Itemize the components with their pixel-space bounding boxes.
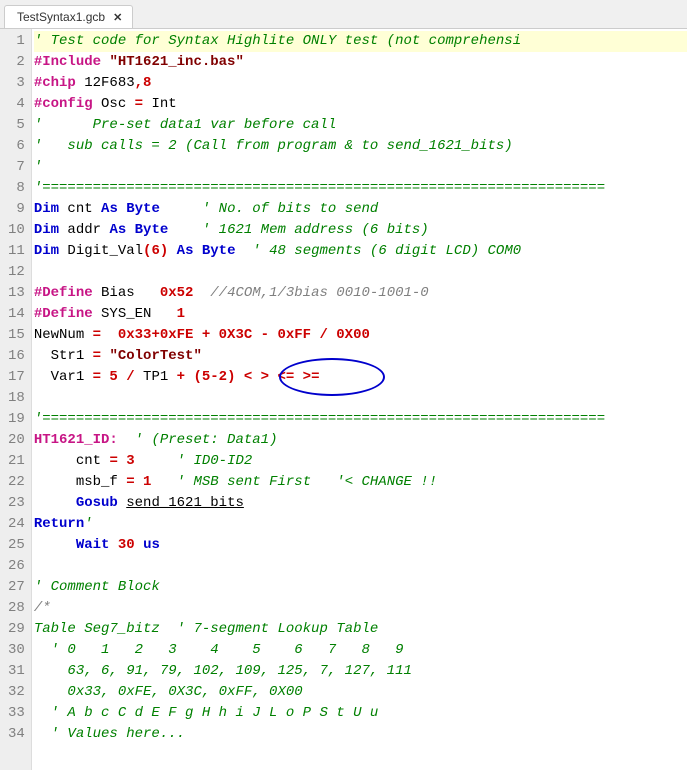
code-line[interactable]: Return': [34, 514, 687, 535]
code-line[interactable]: #Define SYS_EN 1: [34, 304, 687, 325]
line-number: 29: [8, 619, 25, 640]
line-number: 27: [8, 577, 25, 598]
code-line[interactable]: 63, 6, 91, 79, 102, 109, 125, 7, 127, 11…: [34, 661, 687, 682]
line-number: 8: [8, 178, 25, 199]
code-line[interactable]: HT1621_ID: ' (Preset: Data1): [34, 430, 687, 451]
line-gutter: 1234567891011121314151617181920212223242…: [0, 29, 32, 770]
code-line[interactable]: ' Test code for Syntax Highlite ONLY tes…: [34, 31, 687, 52]
code-line[interactable]: msb_f = 1 ' MSB sent First '< CHANGE !!: [34, 472, 687, 493]
code-line[interactable]: Dim Digit_Val(6) As Byte ' 48 segments (…: [34, 241, 687, 262]
line-number: 6: [8, 136, 25, 157]
line-number: 1: [8, 31, 25, 52]
line-number: 34: [8, 724, 25, 745]
code-line[interactable]: Gosub send_1621_bits: [34, 493, 687, 514]
editor: 1234567891011121314151617181920212223242…: [0, 29, 687, 770]
code-line[interactable]: NewNum = 0x33+0xFE + 0X3C - 0xFF / 0X00: [34, 325, 687, 346]
line-number: 10: [8, 220, 25, 241]
line-number: 32: [8, 682, 25, 703]
line-number: 13: [8, 283, 25, 304]
close-icon[interactable]: ✕: [111, 11, 124, 24]
code-line[interactable]: ' Values here...: [34, 724, 687, 745]
code-line[interactable]: #Include "HT1621_inc.bas": [34, 52, 687, 73]
tab-bar: TestSyntax1.gcb ✕: [0, 0, 687, 29]
line-number: 15: [8, 325, 25, 346]
line-number: 3: [8, 73, 25, 94]
line-number: 24: [8, 514, 25, 535]
code-line[interactable]: ': [34, 157, 687, 178]
code-line[interactable]: ' Pre-set data1 var before call: [34, 115, 687, 136]
line-number: 9: [8, 199, 25, 220]
line-number: 18: [8, 388, 25, 409]
code-line[interactable]: ' Comment Block: [34, 577, 687, 598]
file-tab[interactable]: TestSyntax1.gcb ✕: [4, 5, 133, 28]
line-number: 5: [8, 115, 25, 136]
code-line[interactable]: Dim addr As Byte ' 1621 Mem address (6 b…: [34, 220, 687, 241]
code-line[interactable]: cnt = 3 ' ID0-ID2: [34, 451, 687, 472]
code-line[interactable]: [34, 388, 687, 409]
line-number: 11: [8, 241, 25, 262]
code-line[interactable]: 0x33, 0xFE, 0X3C, 0xFF, 0X00: [34, 682, 687, 703]
code-line[interactable]: Var1 = 5 / TP1 + (5-2) < > <= >=: [34, 367, 687, 388]
code-line[interactable]: ' 0 1 2 3 4 5 6 7 8 9: [34, 640, 687, 661]
line-number: 28: [8, 598, 25, 619]
line-number: 14: [8, 304, 25, 325]
line-number: 31: [8, 661, 25, 682]
code-line[interactable]: [34, 556, 687, 577]
line-number: 30: [8, 640, 25, 661]
code-area[interactable]: ' Test code for Syntax Highlite ONLY tes…: [32, 29, 687, 770]
code-line[interactable]: Table Seg7_bitz ' 7-segment Lookup Table: [34, 619, 687, 640]
code-line[interactable]: /*: [34, 598, 687, 619]
code-line[interactable]: #config Osc = Int: [34, 94, 687, 115]
line-number: 26: [8, 556, 25, 577]
line-number: 16: [8, 346, 25, 367]
line-number: 19: [8, 409, 25, 430]
line-number: 25: [8, 535, 25, 556]
line-number: 12: [8, 262, 25, 283]
code-line[interactable]: Dim cnt As Byte ' No. of bits to send: [34, 199, 687, 220]
code-line[interactable]: Str1 = "ColorTest": [34, 346, 687, 367]
code-line[interactable]: [34, 262, 687, 283]
line-number: 23: [8, 493, 25, 514]
line-number: 17: [8, 367, 25, 388]
code-line[interactable]: #chip 12F683,8: [34, 73, 687, 94]
line-number: 22: [8, 472, 25, 493]
code-line[interactable]: '=======================================…: [34, 178, 687, 199]
line-number: 33: [8, 703, 25, 724]
tab-filename: TestSyntax1.gcb: [17, 10, 105, 24]
code-line[interactable]: ' A b c C d E F g H h i J L o P S t U u: [34, 703, 687, 724]
line-number: 2: [8, 52, 25, 73]
line-number: 20: [8, 430, 25, 451]
line-number: 4: [8, 94, 25, 115]
code-line[interactable]: Wait 30 us: [34, 535, 687, 556]
code-line[interactable]: '=======================================…: [34, 409, 687, 430]
line-number: 21: [8, 451, 25, 472]
line-number: 7: [8, 157, 25, 178]
code-line[interactable]: ' sub calls = 2 (Call from program & to …: [34, 136, 687, 157]
code-line[interactable]: #Define Bias 0x52 //4COM,1/3bias 0010-10…: [34, 283, 687, 304]
